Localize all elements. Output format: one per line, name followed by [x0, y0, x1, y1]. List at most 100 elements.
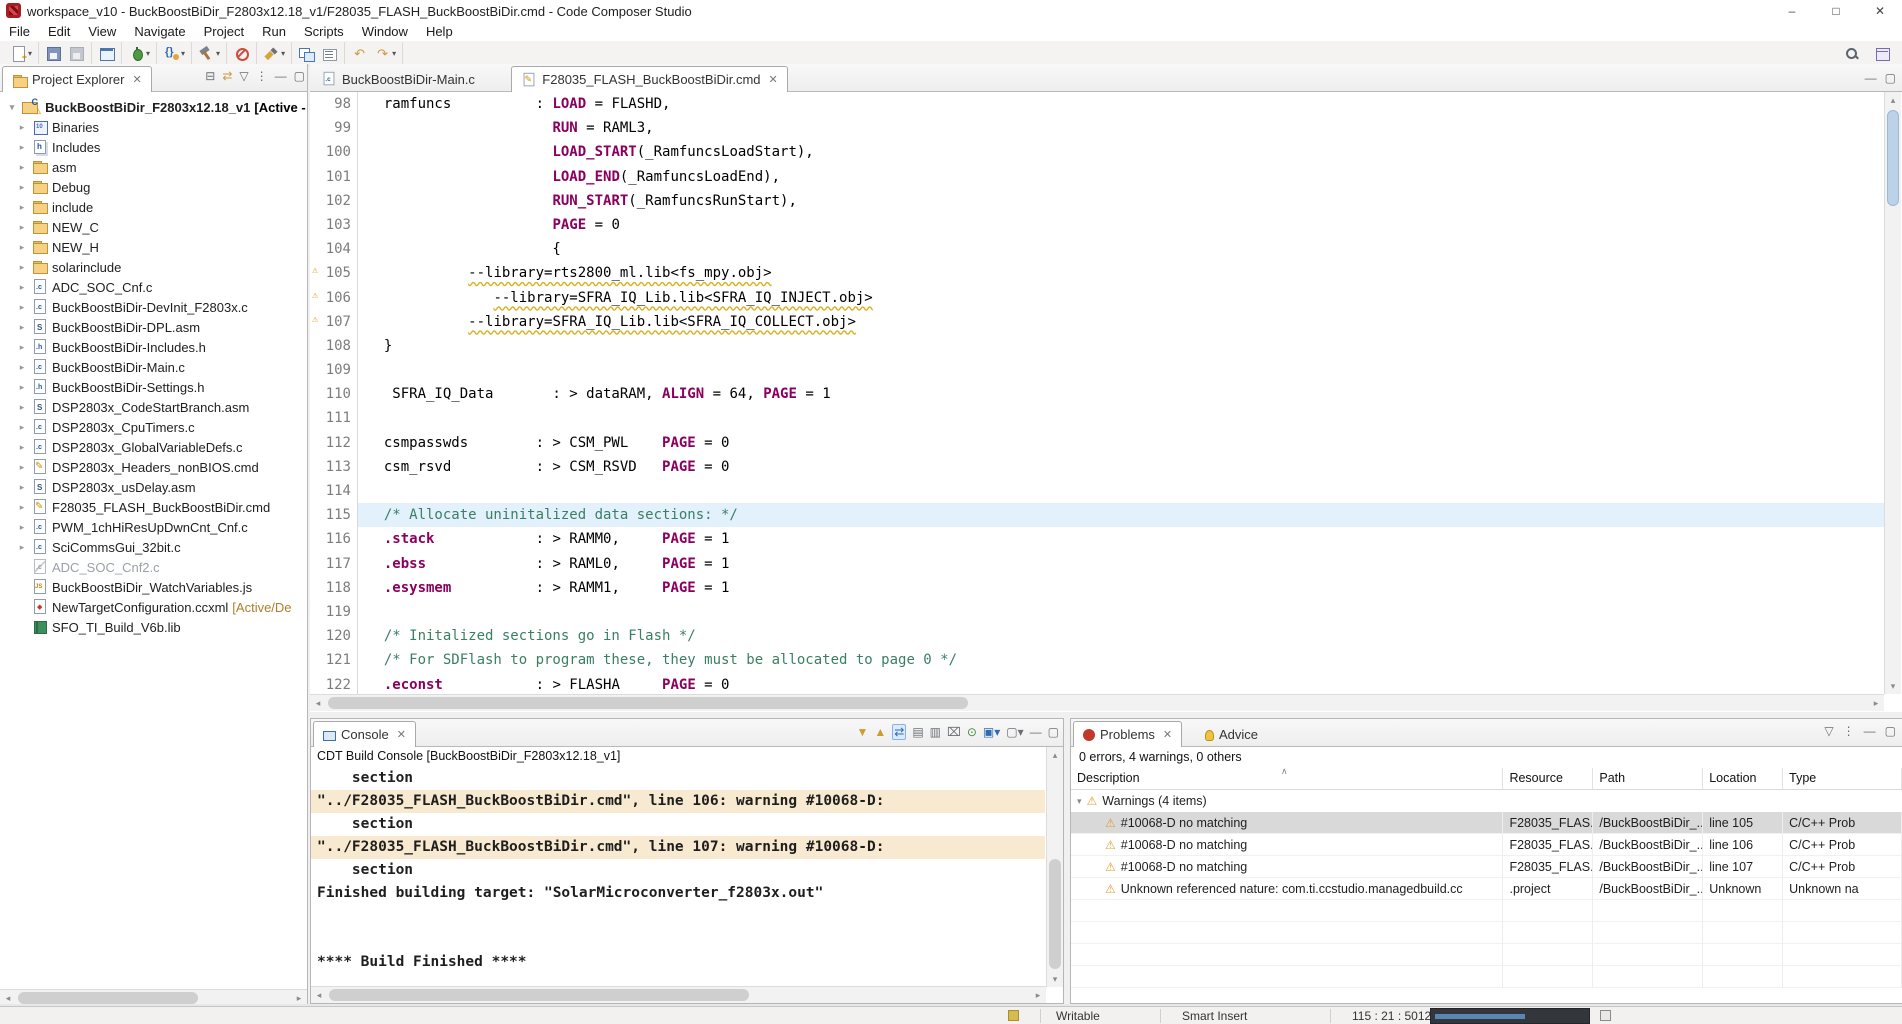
code-text[interactable]: PAGE = 0 — [358, 213, 1884, 237]
expander-icon[interactable]: ▸ — [16, 142, 28, 153]
maximize-view-icon[interactable]: ▢ — [1885, 724, 1896, 738]
code-line-116[interactable]: 116 .stack : > RAMM0, PAGE = 1 — [310, 527, 1884, 552]
minimize-console-icon[interactable]: — — [1030, 725, 1042, 739]
tree-item[interactable]: ▸ F28035_FLASH_BuckBoostBiDir.cmd — [0, 497, 307, 517]
expander-icon[interactable]: ▸ — [16, 202, 28, 213]
menu-file[interactable]: File — [0, 23, 39, 40]
menu-window[interactable]: Window — [353, 23, 417, 40]
tree-item[interactable]: ▸ SciCommsGui_32bit.c — [0, 537, 307, 557]
code-line-114[interactable]: 114 — [310, 479, 1884, 504]
code-text[interactable]: RUN_START(_RamfuncsRunStart), — [358, 189, 1884, 213]
code-text[interactable]: .esysmem : > RAMM1, PAGE = 1 — [358, 576, 1884, 600]
expander-icon[interactable]: ▾ — [1077, 796, 1082, 807]
line-warning-icon[interactable]: ⚠ — [312, 290, 318, 301]
code-line-120[interactable]: 120 /* Initalized sections go in Flash *… — [310, 624, 1884, 649]
debug-button[interactable]: ▾ — [126, 44, 152, 63]
link-with-editor-icon[interactable]: ⇄ — [222, 69, 232, 83]
editor-vscrollbar[interactable]: ▴ ▾ — [1884, 92, 1901, 694]
problem-row[interactable]: ⚠ #10068-D no matching F28035_FLAS.../Buck… — [1071, 855, 1902, 878]
code-line-100[interactable]: 100 LOAD_START(_RamfuncsLoadStart), — [310, 140, 1884, 165]
minimize-view-icon[interactable]: — — [275, 69, 287, 83]
tree-item[interactable]: ▸ BuckBoostBiDir-DPL.asm — [0, 317, 307, 337]
code-line-111[interactable]: 111 — [310, 406, 1884, 431]
tree-item[interactable]: ▸ Binaries — [0, 117, 307, 137]
expander-icon[interactable]: ▸ — [16, 262, 28, 273]
tree-item[interactable]: NewTargetConfiguration.ccxml [Active/De — [0, 597, 307, 617]
code-line-106[interactable]: ⚠ 106 --library=SFRA_IQ_Lib.lib<SFRA_IQ_I… — [310, 285, 1884, 310]
code-text[interactable]: SFRA_IQ_Data : > dataRAM, ALIGN = 64, PA… — [358, 382, 1884, 406]
editor-hscrollbar[interactable]: ◂ ▸ — [310, 694, 1884, 711]
expander-icon[interactable]: ▸ — [16, 282, 28, 293]
collapse-all-icon[interactable]: ⊟ — [205, 69, 215, 83]
code-text[interactable]: csm_rsvd : > CSM_RSVD PAGE = 0 — [358, 455, 1884, 479]
code-line-109[interactable]: 109 — [310, 358, 1884, 383]
outline-button[interactable] — [319, 44, 340, 63]
connect-target-button[interactable]: ▾ — [161, 44, 187, 63]
menu-project[interactable]: Project — [195, 23, 253, 40]
expander-icon[interactable]: ▸ — [16, 422, 28, 433]
expander-icon[interactable]: ▸ — [16, 482, 28, 493]
tree-item[interactable]: ▸ asm — [0, 157, 307, 177]
line-warning-icon[interactable]: ⚠ — [312, 314, 318, 325]
build-button[interactable]: ▾ — [196, 44, 222, 63]
tree-item[interactable]: ▸ BuckBoostBiDir-DevInit_F2803x.c — [0, 297, 307, 317]
column-header-path[interactable]: Path — [1593, 768, 1704, 789]
editor-tab-buckboostbidir-main-c[interactable]: BuckBoostBiDir-Main.c — [312, 66, 484, 92]
tree-root-project[interactable]: ▾⚠BuckBoostBiDir_F2803x12.18_v1 [Active … — [0, 97, 307, 117]
close-icon[interactable]: ✕ — [132, 73, 141, 86]
tree-item[interactable]: ▸ ADC_SOC_Cnf.c — [0, 277, 307, 297]
minimize-editor-icon[interactable]: — — [1865, 71, 1877, 85]
code-text[interactable]: RUN = RAML3, — [358, 116, 1884, 140]
minimize-window-button[interactable]: – — [1770, 0, 1814, 22]
code-line-119[interactable]: 119 — [310, 599, 1884, 625]
problem-row[interactable]: ⚠ #10068-D no matching F28035_FLAS.../Buck… — [1071, 811, 1902, 834]
code-line-118[interactable]: 118 .esysmem : > RAMM1, PAGE = 1 — [310, 575, 1884, 600]
expander-icon[interactable]: ▸ — [16, 222, 28, 233]
display-selected-console-icon[interactable]: ▣▾ — [983, 725, 1000, 739]
expander-icon[interactable]: ▸ — [16, 242, 28, 253]
code-text[interactable]: /* Allocate uninitalized data sections: … — [358, 503, 1884, 528]
tab-problems[interactable]: Problems ✕ — [1073, 721, 1183, 747]
column-header-location[interactable]: Location — [1703, 768, 1784, 789]
menu-scripts[interactable]: Scripts — [295, 23, 353, 40]
code-text[interactable] — [358, 600, 1884, 624]
code-text[interactable]: { — [358, 237, 1884, 261]
tree-item[interactable]: ▸ BuckBoostBiDir-Includes.h — [0, 337, 307, 357]
code-line-98[interactable]: 98 ramfuncs : LOAD = FLASHD, — [310, 92, 1884, 117]
expander-icon[interactable]: ▸ — [16, 162, 28, 173]
back-button[interactable]: ↶ — [349, 44, 370, 63]
code-line-101[interactable]: 101 LOAD_END(_RamfuncsLoadEnd), — [310, 164, 1884, 189]
console-vscrollbar[interactable]: ▴ ▾ — [1046, 747, 1063, 987]
tree-item[interactable]: ▸ DSP2803x_CpuTimers.c — [0, 417, 307, 437]
console-hscrollbar[interactable]: ◂ ▸ — [311, 986, 1046, 1003]
maximize-editor-icon[interactable]: ▢ — [1885, 71, 1896, 85]
pin-console-icon[interactable]: ⊙ — [967, 725, 977, 739]
tree-item[interactable]: ADC_SOC_Cnf2.c — [0, 557, 307, 577]
expander-icon[interactable]: ▾ — [6, 102, 18, 113]
code-text[interactable]: /* Initalized sections go in Flash */ — [358, 624, 1884, 648]
filter-icon[interactable]: ▽ — [239, 69, 248, 83]
column-header-type[interactable]: Type — [1783, 768, 1902, 789]
expander-icon[interactable]: ▸ — [16, 322, 28, 333]
tree-item[interactable]: ▸ Debug — [0, 177, 307, 197]
menu-view[interactable]: View — [79, 23, 125, 40]
next-annotation-icon[interactable]: ▼ — [856, 725, 868, 739]
tab-project-explorer[interactable]: Project Explorer ✕ — [2, 66, 152, 92]
minimize-view-icon[interactable]: — — [1864, 724, 1876, 738]
console-window-button[interactable] — [96, 44, 117, 63]
tree-item[interactable]: ▸ DSP2803x_CodeStartBranch.asm — [0, 397, 307, 417]
maximize-window-button[interactable]: □ — [1814, 0, 1858, 22]
code-text[interactable] — [358, 479, 1884, 503]
code-line-108[interactable]: 108 } — [310, 333, 1884, 359]
tree-item[interactable]: ▸ PWM_1chHiResUpDwnCnt_Cnf.c — [0, 517, 307, 537]
view-menu-icon[interactable]: ⋮ — [1843, 724, 1855, 738]
tree-item[interactable]: ▸ Includes — [0, 137, 307, 157]
menu-navigate[interactable]: Navigate — [125, 23, 194, 40]
expander-icon[interactable]: ▸ — [16, 362, 28, 373]
clear-console-icon[interactable]: ⌧ — [947, 725, 961, 739]
code-line-117[interactable]: 117 .ebss : > RAML0, PAGE = 1 — [310, 551, 1884, 576]
menu-edit[interactable]: Edit — [39, 23, 79, 40]
editor-tab-f28035-flash-buckboostbidir-cmd[interactable]: F28035_FLASH_BuckBoostBiDir.cmd ✕ — [511, 66, 788, 92]
code-text[interactable]: .econst : > FLASHA PAGE = 0 — [358, 673, 1884, 695]
duplicate-window-button[interactable] — [296, 44, 317, 63]
